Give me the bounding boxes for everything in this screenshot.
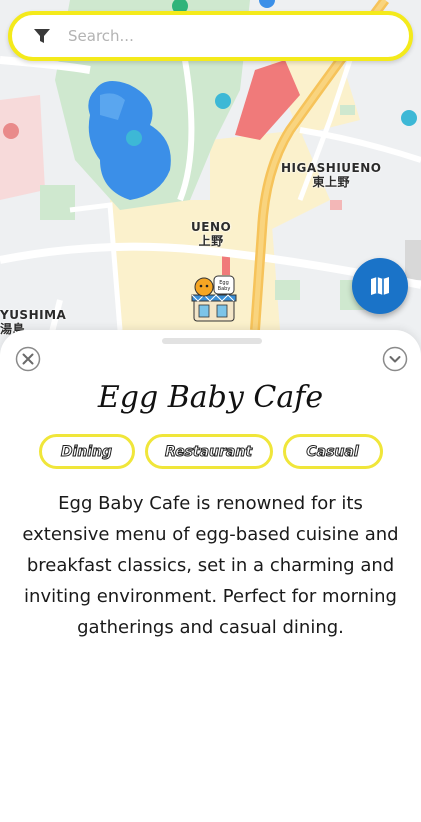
collapse-button[interactable] xyxy=(382,346,408,372)
tag-casual[interactable]: Casual xyxy=(282,434,383,469)
place-detail-sheet: Egg Baby Cafe Dining Restaurant Casual E… xyxy=(0,330,421,822)
sheet-drag-handle[interactable] xyxy=(162,338,262,344)
map-label-yushima-en: YUSHIMA xyxy=(0,308,67,322)
search-bar[interactable] xyxy=(8,11,413,61)
search-input[interactable] xyxy=(68,27,368,45)
map-label-higashiueno-jp: 東上野 xyxy=(312,175,350,189)
tag-list: Dining Restaurant Casual xyxy=(0,434,421,469)
place-pin[interactable]: Egg Baby xyxy=(188,273,238,325)
tag-restaurant[interactable]: Restaurant xyxy=(144,434,273,469)
map-label-higashiueno: HIGASHIUENO 東上野 xyxy=(281,161,381,189)
map-label-ueno: UENO 上野 xyxy=(191,220,231,248)
place-description: Egg Baby Cafe is renowned for its extens… xyxy=(22,493,399,638)
map-label-ueno-jp: 上野 xyxy=(198,234,224,248)
map-icon xyxy=(371,277,389,295)
map-toggle-button[interactable] xyxy=(352,258,408,314)
close-button[interactable] xyxy=(15,346,41,372)
map-label-ueno-en: UENO xyxy=(191,220,232,234)
chevron-down-icon xyxy=(382,346,408,372)
pin-label: Egg Baby xyxy=(217,280,231,292)
map-label-higashiueno-en: HIGASHIUENO xyxy=(281,161,382,175)
filter-icon[interactable] xyxy=(30,24,54,48)
place-title: Egg Baby Cafe xyxy=(97,380,324,415)
tag-dining[interactable]: Dining xyxy=(38,434,135,469)
close-icon xyxy=(15,346,41,372)
